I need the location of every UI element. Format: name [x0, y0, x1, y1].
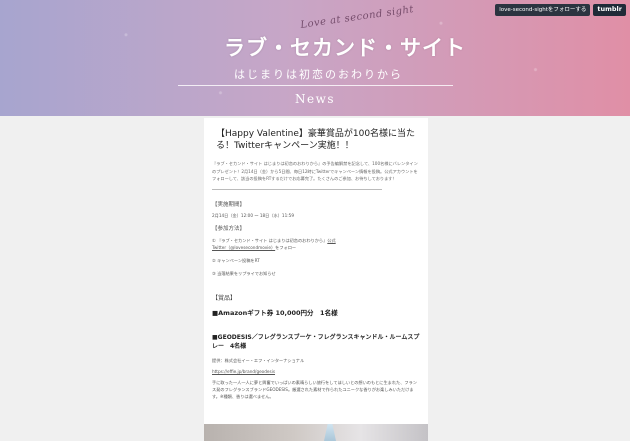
blog-title[interactable]: ラブ・セカンド・サイト [224, 32, 466, 62]
how-heading: 【参加方法】 [212, 225, 246, 232]
prize-amazon: ■Amazonギフト券 10,000円分 1名様 [212, 308, 338, 317]
prize-geodesis: ■GEODESIS／フレグランスブーケ・フレグランスキャンドル・ルームスプレー … [212, 333, 420, 350]
news-post: 【Happy Valentine】豪華賞品が100名様に当たる！Twitterキ… [204, 118, 428, 441]
blog-subtitle: はじまりは初恋のおわりから [234, 68, 403, 81]
twitter-account-link[interactable]: Twitter（@lovesecondmovie） [212, 245, 275, 250]
post-separator [212, 188, 382, 190]
provider-text: 提供：株式会社イー・エフ・インターナショナル [212, 357, 305, 363]
post-title: 【Happy Valentine】豪華賞品が100名様に当たる！Twitterキ… [216, 129, 416, 151]
tumblr-logo-button[interactable]: tumblr [593, 4, 626, 16]
bottle-illustration [324, 424, 336, 441]
product-image [204, 424, 428, 441]
product-description: 手に取った一人一人に夢と興奮でいっぱいの素晴らしい旅行をしてほしいとの想いのもと… [212, 379, 417, 399]
step-1-suffix: をフォロー [275, 244, 297, 250]
provider-link[interactable]: https://effie.jp/brand/geodesis [212, 368, 420, 375]
step-1-prefix: ① 『ラブ・セカンド・サイト はじまりは初恋のおわりから』 [212, 237, 328, 243]
blog-header: love-second-sightをフォローする tumblr Love at … [0, 0, 630, 116]
prize-heading: 【賞品】 [212, 294, 237, 302]
period-text: 2月14日（金）12:00 〜 18日（水）11:59 [212, 212, 294, 218]
step-2: ② キャンペーン投稿をRT [212, 257, 260, 263]
section-label: News [294, 92, 336, 106]
step-3: ③ 当落結果をリプライでお知らせ [212, 270, 276, 276]
official-link[interactable]: 公式 [327, 238, 335, 243]
step-1: ① 『ラブ・セカンド・サイト はじまりは初恋のおわりから』公式 Twitter（… [212, 237, 420, 251]
post-intro: 『ラブ・セカンド・サイト はじまりは初恋のおわりから』の予告編解禁を記念して、1… [212, 161, 418, 181]
follow-button[interactable]: love-second-sightをフォローする [495, 4, 591, 16]
tumblr-controls: love-second-sightをフォローする tumblr [495, 4, 626, 16]
period-heading: 【実施期間】 [212, 201, 246, 208]
header-divider [178, 85, 453, 86]
